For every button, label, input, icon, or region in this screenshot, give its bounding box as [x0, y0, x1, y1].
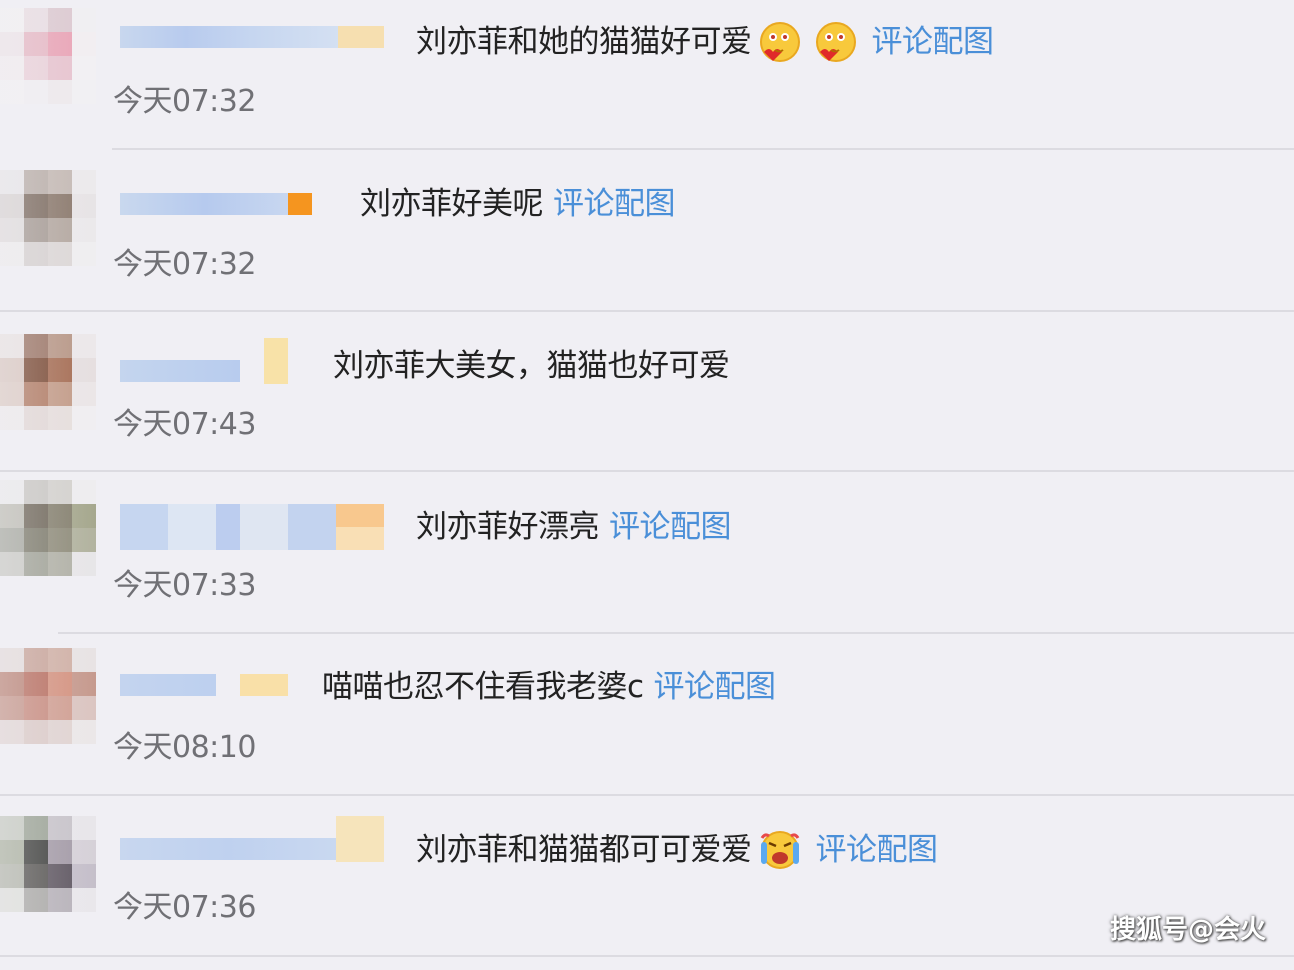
avatar[interactable] [0, 8, 96, 104]
comment-time: 今天07:36 [113, 890, 256, 925]
username-blurred[interactable] [120, 674, 216, 696]
comment-image-link[interactable]: 评论配图 [609, 507, 732, 547]
comment-row: 刘亦菲大美女，猫猫也好可爱 今天07:43 [0, 324, 1294, 486]
divider [0, 470, 1294, 472]
comment-image-link[interactable]: 评论配图 [553, 184, 676, 224]
comment-time: 今天08:10 [113, 730, 256, 765]
divider [0, 794, 1294, 796]
avatar[interactable] [0, 170, 96, 266]
username-blurred[interactable] [120, 504, 336, 550]
username-blurred[interactable] [120, 360, 240, 382]
divider [58, 632, 1294, 634]
comment-row: 喵喵也忍不住看我老婆c 评论配图 今天08:10 [0, 646, 1294, 808]
crying-laugh-icon [758, 828, 802, 872]
watermark: 搜狐号@会火 [1109, 915, 1266, 945]
username-blurred[interactable] [120, 26, 340, 48]
comment-time: 今天07:33 [113, 568, 256, 603]
comment-time: 今天07:32 [113, 247, 256, 282]
vip-badge [336, 816, 384, 862]
username-blurred[interactable] [120, 193, 290, 215]
comment-row: 刘亦菲好美呢 评论配图 今天07:32 [0, 162, 1294, 324]
divider [0, 310, 1294, 312]
comment-row: 刘亦菲和猫猫都可可爱爱 评论配图 今天07:36 [0, 808, 1294, 970]
divider [0, 955, 1294, 957]
comment-time: 今天07:43 [113, 407, 256, 442]
comment-row: 刘亦菲和她的猫猫好可爱 评论配图 今天07:32 [0, 0, 1294, 162]
username-blurred[interactable] [120, 838, 336, 860]
avatar[interactable] [0, 648, 96, 744]
avatar[interactable] [0, 480, 96, 576]
comment-text: 刘亦菲和她的猫猫好可爱 评论配图 [416, 20, 994, 64]
vip-badge [338, 26, 384, 48]
comment-text: 刘亦菲好美呢 评论配图 [360, 184, 676, 224]
divider [112, 148, 1294, 150]
vip-badge [336, 504, 384, 550]
avatar[interactable] [0, 334, 96, 430]
comment-text: 喵喵也忍不住看我老婆c 评论配图 [322, 667, 777, 707]
vip-badge [264, 338, 288, 384]
vip-badge [240, 674, 288, 696]
comment-text: 刘亦菲好漂亮 评论配图 [416, 507, 732, 547]
comment-time: 今天07:32 [113, 84, 256, 119]
comment-row: 刘亦菲好漂亮 评论配图 今天07:33 [0, 480, 1294, 648]
vip-badge [288, 193, 312, 215]
heart-smile-icon [814, 20, 858, 64]
comment-text: 刘亦菲大美女，猫猫也好可爱 [333, 348, 730, 384]
avatar[interactable] [0, 816, 96, 912]
comment-text: 刘亦菲和猫猫都可可爱爱 评论配图 [416, 828, 938, 872]
comment-image-link[interactable]: 评论配图 [872, 22, 995, 62]
comment-image-link[interactable]: 评论配图 [654, 667, 777, 707]
comment-image-link[interactable]: 评论配图 [816, 830, 939, 870]
heart-smile-icon [758, 20, 802, 64]
